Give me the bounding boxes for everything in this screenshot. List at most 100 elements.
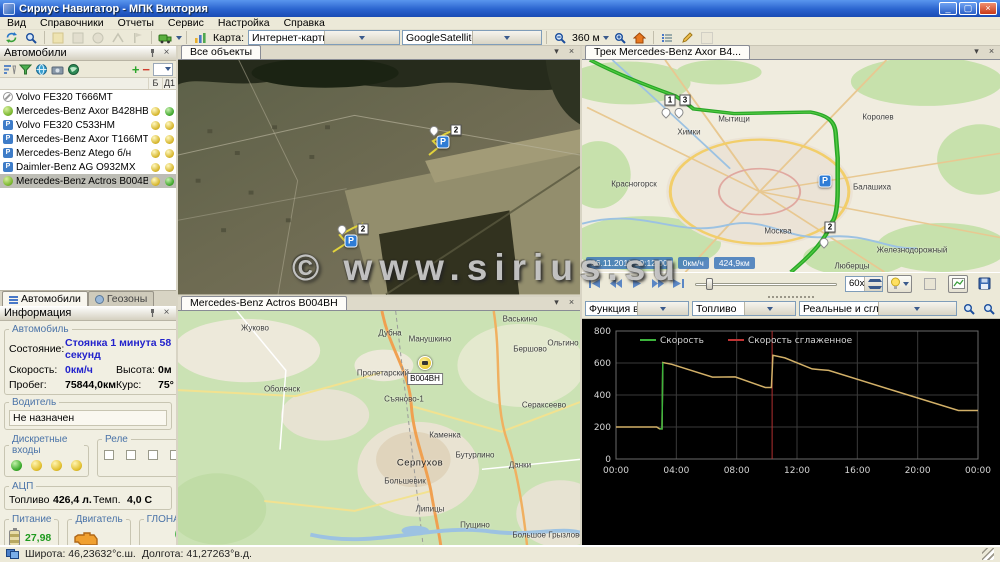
menu-item[interactable]: Отчеты xyxy=(111,17,161,30)
fast-forward-button[interactable] xyxy=(649,276,666,292)
close-panel-icon[interactable]: × xyxy=(161,308,172,319)
relay-checkbox[interactable] xyxy=(148,450,158,460)
route-icon[interactable] xyxy=(109,30,127,45)
chart-parameter-combo[interactable]: Топливо xyxy=(692,301,796,316)
list-icon[interactable] xyxy=(658,30,676,45)
relay-checkbox[interactable] xyxy=(104,450,114,460)
menu-item[interactable]: Вид xyxy=(0,17,33,30)
show-chart-button[interactable] xyxy=(948,275,968,293)
vehicle-row[interactable]: PVolvo FE320 С533НМ xyxy=(0,118,176,132)
plate-marker[interactable]: В004ВН xyxy=(407,373,443,385)
pin-icon[interactable] xyxy=(148,308,159,319)
truck-icon[interactable] xyxy=(156,30,174,45)
option-checkbox[interactable] xyxy=(924,278,936,290)
column-d1[interactable]: Д1 xyxy=(162,78,176,89)
add-vehicle-button[interactable]: + xyxy=(132,63,140,76)
parking-marker[interactable]: P xyxy=(819,175,832,188)
parking-marker[interactable]: P xyxy=(437,136,450,149)
vehicle-row[interactable]: Mercedes-Benz Axor В428НВ xyxy=(0,104,176,118)
speed-chart-panel[interactable]: 020040060080000:0004:0008:0012:0016:0020… xyxy=(582,319,1000,545)
world-icon[interactable] xyxy=(67,63,80,76)
close-button[interactable]: × xyxy=(979,2,997,15)
zoom-out-icon[interactable] xyxy=(551,30,569,45)
sort-icon[interactable] xyxy=(3,63,16,76)
zoom-in-icon[interactable] xyxy=(611,30,629,45)
point-marker[interactable]: 2 xyxy=(358,224,369,235)
chart-zoom-out-icon[interactable] xyxy=(980,301,997,317)
vehicle-marker[interactable] xyxy=(418,356,432,370)
vehicle-row[interactable]: PDaimler-Benz AG О932МХ xyxy=(0,160,176,174)
edit-icon[interactable] xyxy=(678,30,696,45)
zoom-dropdown-arrow[interactable] xyxy=(603,36,609,43)
point-marker[interactable]: 1 xyxy=(665,95,676,106)
relay-checkbox[interactable] xyxy=(126,450,136,460)
combo-arrow-icon[interactable] xyxy=(324,31,400,44)
combo-arrow-icon[interactable] xyxy=(472,31,542,44)
chart-mode-combo[interactable]: Функция времени xyxy=(585,301,689,316)
remove-vehicle-button[interactable]: − xyxy=(142,63,150,76)
chart-values-combo[interactable]: Реальные и сглаженные значени xyxy=(799,301,957,316)
close-panel-icon[interactable]: × xyxy=(161,48,172,59)
column-b[interactable]: Б xyxy=(148,78,162,89)
menu-item[interactable]: Сервис xyxy=(161,17,211,30)
spin-up-icon[interactable] xyxy=(868,277,882,284)
save-button[interactable] xyxy=(976,276,993,292)
play-button[interactable] xyxy=(628,276,645,292)
filter-icon[interactable] xyxy=(19,63,32,76)
panel-close-icon[interactable]: × xyxy=(565,297,578,309)
empty-box-icon[interactable] xyxy=(698,30,716,45)
vehicle-row[interactable]: Mercedes-Benz Actros В004ВН xyxy=(0,174,176,188)
tab-vehicles[interactable]: Автомобили xyxy=(2,291,88,306)
combo-arrow-icon[interactable] xyxy=(878,302,957,315)
vehicle-row[interactable]: PMercedes-Benz Axor Т166МТ xyxy=(0,132,176,146)
playback-speed-spinner[interactable]: 60x xyxy=(845,276,883,292)
chart-icon[interactable] xyxy=(191,30,209,45)
minimize-button[interactable]: _ xyxy=(939,2,957,15)
panel-close-icon[interactable]: × xyxy=(565,46,578,58)
skip-start-button[interactable] xyxy=(586,276,603,292)
stop-icon[interactable] xyxy=(89,30,107,45)
map-type-combo[interactable]: Интернет-карты xyxy=(248,30,400,45)
panel-menu-icon[interactable]: ▾ xyxy=(550,297,563,309)
panel-menu-icon[interactable]: ▾ xyxy=(550,46,563,58)
vehicle-row[interactable]: Volvo FE320 Т666МТ xyxy=(0,90,176,104)
resize-grip[interactable] xyxy=(982,548,994,560)
highlight-track-button[interactable] xyxy=(887,275,912,293)
parking-marker[interactable]: P xyxy=(345,235,358,248)
tab-track[interactable]: Трек Mercedes-Benz Axor В4... xyxy=(585,45,750,59)
slider-thumb[interactable] xyxy=(706,278,713,290)
truck-dropdown-arrow[interactable] xyxy=(176,36,182,43)
track-map[interactable]: 06.11.2011 10:12:00 0км/ч 424,9км ХимкиМ… xyxy=(582,60,1000,272)
report-icon[interactable] xyxy=(69,30,87,45)
pin-icon[interactable] xyxy=(148,48,159,59)
spin-down-icon[interactable] xyxy=(868,284,882,291)
relay-checkbox[interactable] xyxy=(170,450,176,460)
chart-zoom-in-icon[interactable] xyxy=(960,301,977,317)
playback-slider[interactable] xyxy=(695,277,837,291)
panel-close-icon[interactable]: × xyxy=(985,46,998,58)
globe-icon[interactable] xyxy=(35,63,48,76)
flag-icon[interactable] xyxy=(129,30,147,45)
search-icon[interactable] xyxy=(22,30,40,45)
panel-menu-icon[interactable]: ▾ xyxy=(970,46,983,58)
point-marker[interactable]: 2 xyxy=(825,222,836,233)
tab-vehicle-map[interactable]: Mercedes-Benz Actros В004ВН xyxy=(181,296,347,310)
refresh-button[interactable] xyxy=(2,30,20,45)
tab-geozones[interactable]: Геозоны xyxy=(88,291,154,306)
maximize-button[interactable]: ▢ xyxy=(959,2,977,15)
point-marker[interactable]: 3 xyxy=(680,95,691,106)
group-filter-combo[interactable] xyxy=(153,63,173,76)
vehicle-roadmap[interactable]: ЖуковоДубнаМанушкиноВаськиноБершовоОльги… xyxy=(178,311,580,546)
note-icon[interactable] xyxy=(49,30,67,45)
vehicle-row[interactable]: PMercedes-Benz Atego б/н xyxy=(0,146,176,160)
map-provider-combo[interactable]: GoogleSatellite xyxy=(402,30,542,45)
rewind-button[interactable] xyxy=(607,276,624,292)
menu-item[interactable]: Настройка xyxy=(211,17,277,30)
home-icon[interactable] xyxy=(631,30,649,45)
menu-item[interactable]: Справка xyxy=(277,17,332,30)
combo-arrow-icon[interactable] xyxy=(744,302,796,315)
combo-arrow-icon[interactable] xyxy=(637,302,689,315)
satellite-map[interactable]: P2P2 xyxy=(178,60,580,295)
menu-item[interactable]: Справочники xyxy=(33,17,111,30)
point-marker[interactable]: 2 xyxy=(451,125,462,136)
